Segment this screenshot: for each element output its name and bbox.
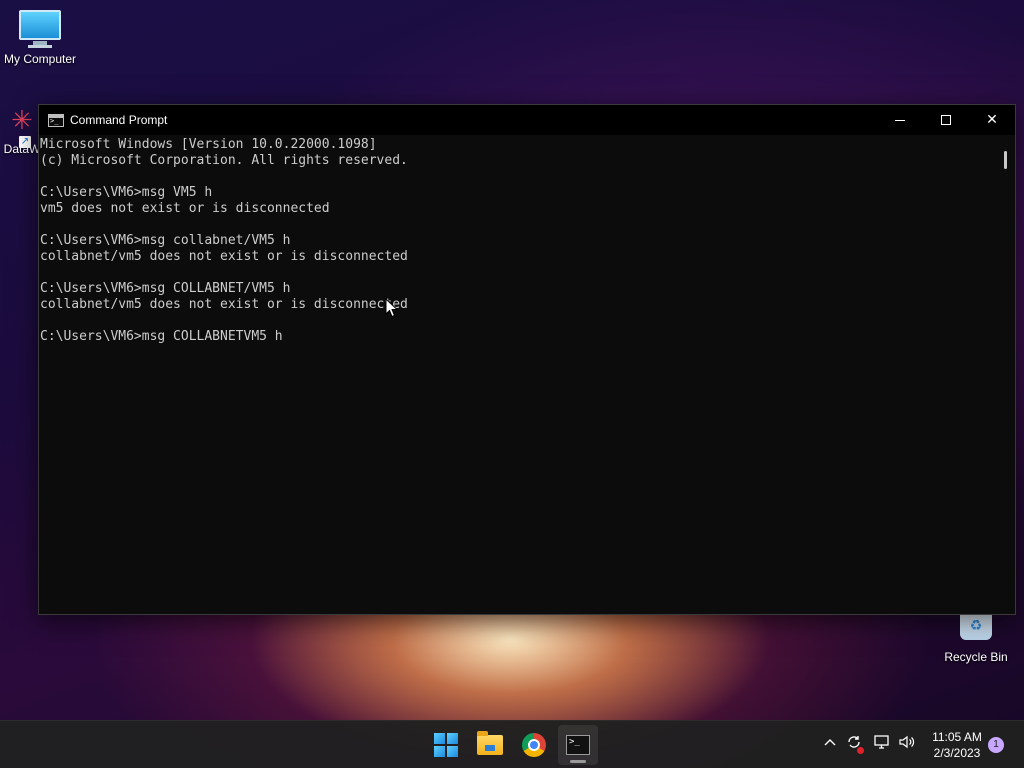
window-title: Command Prompt	[70, 113, 168, 127]
clock-time: 11:05 AM	[932, 730, 982, 744]
desktop-icon-recycle-bin[interactable]: ♻ Recycle Bin	[938, 612, 1014, 664]
notification-badge[interactable]: 1	[988, 737, 1004, 753]
scrollbar-thumb[interactable]	[1004, 151, 1007, 169]
close-icon: ✕	[986, 112, 998, 128]
recycle-bin-icon: ♻	[960, 612, 992, 640]
desktop-icon-dataw[interactable]: ✳ ↗ DataW	[2, 108, 42, 156]
show-hidden-icons-button[interactable]	[818, 733, 842, 757]
error-dot	[857, 747, 864, 754]
console-line: C:\Users\VM6>msg VM5 h	[40, 185, 213, 200]
shortcut-arrow-icon: ↗	[19, 136, 31, 148]
window-titlebar[interactable]: Command Prompt ✕	[39, 105, 1015, 135]
active-indicator	[570, 760, 586, 763]
command-prompt-window[interactable]: Command Prompt ✕ Microsoft Windows [Vers…	[38, 104, 1016, 615]
console-line: (c) Microsoft Corporation. All rights re…	[40, 153, 408, 168]
network-button[interactable]	[870, 733, 894, 757]
minimize-button[interactable]	[877, 105, 923, 135]
start-button[interactable]	[426, 725, 466, 765]
start-icon	[434, 733, 458, 757]
console-line: collabnet/vm5 does not exist or is disco…	[40, 249, 408, 264]
clock[interactable]: 11:05 AM 2/3/2023	[926, 729, 988, 761]
sync-status-button[interactable]	[842, 733, 866, 757]
desktop-icon-label: Recycle Bin	[944, 650, 1008, 664]
console-line: C:\Users\VM6>msg COLLABNETVM5 h	[40, 329, 283, 344]
maximize-icon	[941, 115, 951, 125]
monitor-icon	[19, 10, 61, 40]
volume-button[interactable]	[895, 733, 919, 757]
console-line: Microsoft Windows [Version 10.0.22000.10…	[40, 137, 377, 152]
command-prompt-icon	[566, 735, 590, 755]
vertical-scrollbar[interactable]	[997, 135, 1015, 614]
console-line: vm5 does not exist or is disconnected	[40, 201, 330, 216]
console-line: C:\Users\VM6>msg COLLABNET/VM5 h	[40, 281, 291, 296]
file-explorer-icon	[477, 731, 503, 755]
desktop-icon-my-computer[interactable]: My Computer	[2, 10, 78, 66]
taskbar: 11:05 AM 2/3/2023 1	[0, 720, 1024, 768]
network-icon	[874, 735, 889, 749]
command-prompt-icon	[48, 113, 64, 127]
maximize-button[interactable]	[923, 105, 969, 135]
desktop-icon-label: My Computer	[3, 52, 77, 66]
chrome-icon	[522, 733, 546, 757]
taskbar-command-prompt[interactable]	[558, 725, 598, 765]
console-line: C:\Users\VM6>msg collabnet/VM5 h	[40, 233, 291, 248]
clock-date: 2/3/2023	[933, 746, 981, 760]
console-line: collabnet/vm5 does not exist or is disco…	[40, 297, 408, 312]
taskbar-chrome[interactable]	[514, 725, 554, 765]
close-button[interactable]: ✕	[969, 105, 1015, 135]
console-output[interactable]: Microsoft Windows [Version 10.0.22000.10…	[39, 135, 997, 614]
monitor-base	[28, 45, 52, 48]
mouse-cursor-icon	[385, 298, 399, 318]
minimize-icon	[895, 119, 905, 121]
taskbar-file-explorer[interactable]	[470, 725, 510, 765]
chevron-up-icon	[824, 739, 836, 746]
dataw-app-icon: ✳ ↗	[11, 106, 33, 148]
volume-icon	[899, 735, 915, 749]
